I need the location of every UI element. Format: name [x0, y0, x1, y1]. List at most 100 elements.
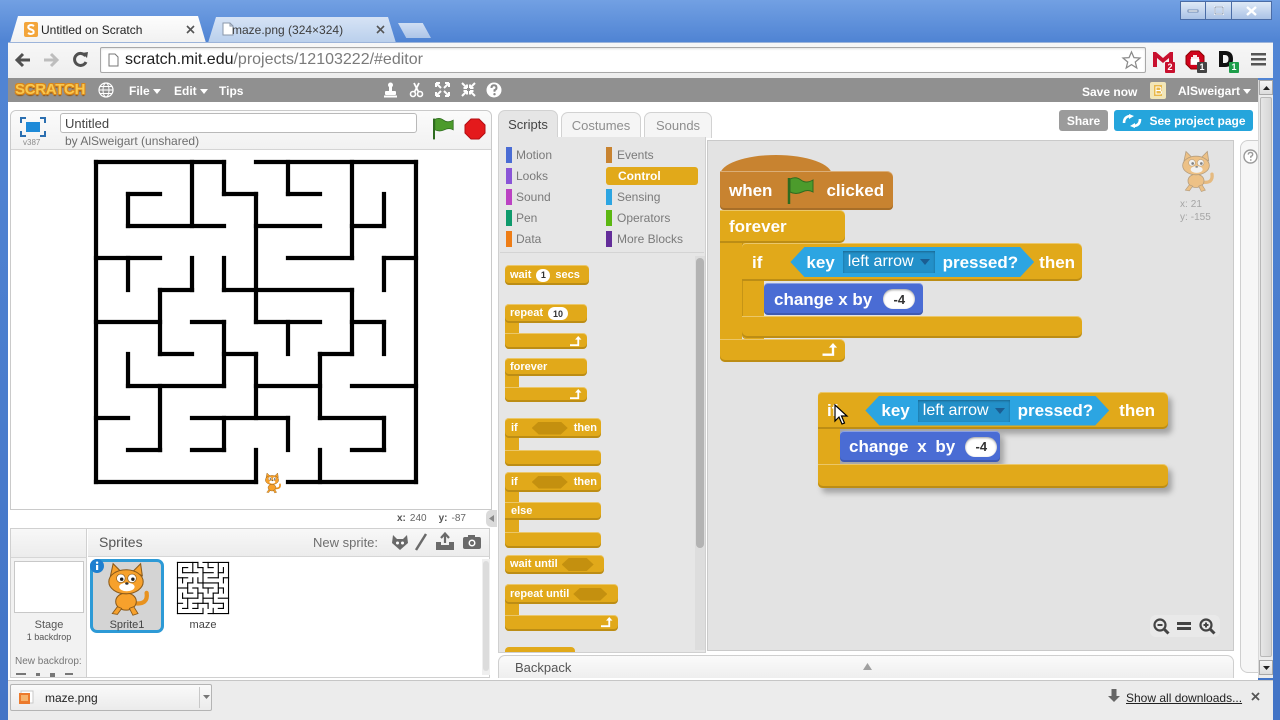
change-x-block[interactable]: change x by -4 [840, 431, 1000, 462]
block-number-input[interactable]: 10 [548, 307, 569, 320]
category-sensing[interactable]: Sensing [606, 189, 660, 205]
boolean-slot[interactable] [532, 422, 568, 435]
stage-thumbnail[interactable] [14, 561, 84, 613]
palette-block-forever[interactable]: forever [505, 358, 587, 402]
forever-block[interactable]: forever [720, 210, 845, 243]
paint-backdrop-icon[interactable] [36, 673, 40, 676]
scroll-thumb[interactable] [483, 561, 489, 671]
block-number-input[interactable]: -4 [965, 436, 998, 457]
page-scrollbar[interactable] [1258, 80, 1273, 678]
scroll-thumb[interactable] [696, 258, 704, 548]
dragged-if-script[interactable]: if key left arrow pressed? then change x… [818, 392, 1170, 490]
browser-tab-maze[interactable]: maze.png (324×324) [208, 17, 396, 43]
upload-backdrop-icon[interactable] [50, 673, 55, 677]
palette-block-repeat-until[interactable]: repeat until [505, 584, 618, 631]
category-more-blocks[interactable]: More Blocks [606, 231, 683, 247]
new-backdrop-icons[interactable] [16, 673, 82, 677]
change-x-block[interactable]: change x by -4 [764, 283, 923, 315]
bookmark-star-icon[interactable] [1121, 50, 1142, 70]
duplicate-stamp-icon[interactable] [383, 82, 398, 98]
grow-icon[interactable] [435, 82, 450, 97]
share-button[interactable]: Share [1059, 110, 1108, 131]
boolean-slot[interactable] [532, 476, 568, 489]
user-avatar[interactable] [1150, 82, 1166, 99]
stop-button[interactable] [464, 118, 486, 140]
palette-scrollbar[interactable] [695, 256, 705, 650]
key-pressed-block[interactable]: key left arrow pressed? [865, 396, 1109, 426]
close-downloads-bar-icon[interactable] [1251, 692, 1260, 701]
palette-block-if-else[interactable]: if then else [505, 472, 601, 548]
cat-sprite-on-stage[interactable] [262, 472, 282, 494]
camera-sprite-icon[interactable] [462, 534, 482, 550]
scroll-up-button[interactable] [1259, 80, 1273, 95]
tab-sounds[interactable]: Sounds [644, 112, 712, 138]
minimize-button[interactable] [1180, 1, 1206, 20]
scratch-logo[interactable]: SCRATCH [15, 81, 85, 98]
sprite-list-scrollbar[interactable] [482, 559, 490, 675]
show-all-downloads-link[interactable]: Show all downloads... [1126, 691, 1242, 705]
if-then-block[interactable]: if key left arrow pressed? then [818, 392, 1168, 429]
help-icon[interactable] [486, 82, 502, 98]
tips-menu[interactable]: Tips [219, 84, 243, 98]
sprite-library-icon[interactable] [390, 533, 410, 551]
page-info-icon[interactable] [108, 53, 119, 67]
category-control[interactable]: Control [606, 167, 698, 185]
category-looks[interactable]: Looks [506, 168, 548, 184]
download-item[interactable]: maze.png [10, 684, 212, 711]
close-tab-icon[interactable] [186, 25, 195, 34]
edit-menu[interactable]: Edit [174, 84, 208, 98]
when-flag-clicked-block[interactable]: when clicked [720, 171, 893, 210]
category-data[interactable]: Data [506, 231, 541, 247]
block-number-input[interactable]: 1 [536, 268, 551, 282]
key-dropdown[interactable]: left arrow [918, 400, 1010, 422]
zoom-reset-icon[interactable] [1177, 621, 1191, 631]
key-dropdown[interactable]: left arrow [843, 251, 935, 273]
restore-button[interactable] [1205, 1, 1232, 20]
project-title-input[interactable] [60, 113, 417, 133]
download-options-button[interactable] [203, 695, 210, 699]
if-then-block[interactable]: if key left arrow pressed? then [742, 243, 1082, 281]
palette-block-if-then[interactable]: if then [505, 418, 601, 466]
tab-costumes[interactable]: Costumes [561, 112, 641, 138]
upload-sprite-icon[interactable] [435, 531, 455, 551]
scroll-thumb[interactable] [1260, 97, 1272, 657]
tips-help-icon[interactable] [1243, 149, 1258, 164]
backdrop-library-icon[interactable] [16, 673, 26, 675]
backpack-bar[interactable]: Backpack [498, 655, 1234, 678]
user-menu[interactable]: AlSweigart [1178, 84, 1252, 98]
shrink-icon[interactable] [461, 82, 476, 97]
palette-block-repeat[interactable]: repeat 10 [505, 304, 587, 349]
category-motion[interactable]: Motion [506, 147, 552, 163]
camera-backdrop-icon[interactable] [65, 673, 73, 675]
collapse-stage-toggle[interactable] [486, 510, 497, 527]
new-tab-button[interactable] [398, 23, 431, 38]
category-sound[interactable]: Sound [506, 189, 551, 205]
scroll-down-button[interactable] [1259, 660, 1273, 675]
chrome-menu-icon[interactable] [1251, 52, 1266, 66]
tips-panel-tab[interactable] [1240, 140, 1258, 673]
language-globe-icon[interactable] [98, 82, 114, 98]
address-bar[interactable]: scratch.mit.edu/projects/12103222/#edito… [100, 47, 1146, 73]
boolean-slot[interactable] [573, 588, 607, 601]
save-now-link[interactable]: Save now [1082, 85, 1137, 99]
file-menu[interactable]: File [129, 84, 161, 98]
close-window-button[interactable] [1231, 1, 1272, 20]
palette-block-partial[interactable] [505, 647, 575, 652]
delete-scissors-icon[interactable] [409, 82, 424, 98]
green-flag-button[interactable] [430, 117, 454, 141]
category-pen[interactable]: Pen [506, 210, 537, 226]
palette-block-wait-until[interactable]: wait until [505, 555, 604, 574]
url-text[interactable]: scratch.mit.edu/projects/12103222/#edito… [125, 51, 423, 69]
browser-tab-scratch[interactable]: Untitled on Scratch [10, 16, 206, 43]
close-tab-icon[interactable] [376, 25, 385, 34]
palette-block-wait[interactable]: wait 1 secs [505, 265, 589, 285]
boolean-slot[interactable] [562, 558, 594, 571]
paint-new-sprite-icon[interactable] [414, 533, 428, 551]
zoom-in-icon[interactable] [1199, 618, 1216, 635]
maze-sprite-image[interactable] [93, 159, 419, 485]
category-operators[interactable]: Operators [606, 210, 670, 226]
see-project-page-button[interactable]: See project page [1114, 110, 1253, 131]
fullscreen-icon[interactable] [20, 117, 46, 137]
tab-scripts[interactable]: Scripts [498, 110, 558, 138]
key-pressed-block[interactable]: key left arrow pressed? [790, 247, 1034, 277]
